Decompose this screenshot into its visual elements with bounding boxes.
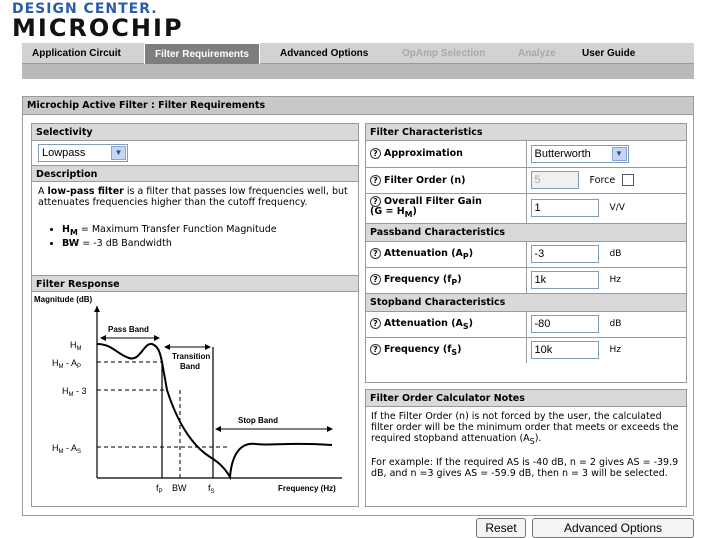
stopband-attenuation-label: Attenuation (AS) [384, 317, 473, 331]
y-axis-arrow [94, 306, 100, 312]
logo-bottom-text: MICROCHIP [12, 14, 184, 42]
description-text: A low-pass filter is a filter that passe… [38, 186, 348, 208]
help-icon[interactable]: ? [370, 317, 381, 329]
filter-order-row: ? Filter Order (n) 5 Force [366, 166, 686, 193]
passband-attenuation-input[interactable]: -3 [530, 245, 599, 263]
filter-response-header: Filter Response [32, 275, 358, 292]
selectivity-header: Selectivity [32, 124, 358, 141]
passband-frequency-row: ? Frequency (fP) 1k Hz [366, 266, 686, 293]
passband-attenuation-label: Attenuation (AP) [384, 247, 474, 261]
filter-order-label: Filter Order (n) [384, 174, 466, 186]
filter-characteristics-header: Filter Characteristics [366, 124, 686, 141]
gain-unit: V/V [609, 203, 625, 213]
reset-button[interactable]: Reset [476, 518, 526, 538]
selectivity-value: Lowpass [42, 147, 86, 159]
tab-user-guide[interactable]: User Guide [572, 43, 645, 64]
y-label-hm-3: HM - 3 [62, 386, 87, 398]
approximation-label: Approximation [384, 148, 463, 160]
stop-band-label: Stop Band [238, 416, 278, 425]
passband-frequency-input[interactable]: 1k [530, 271, 599, 289]
stopband-frequency-unit: Hz [609, 345, 622, 356]
passband-frequency-unit: Hz [609, 275, 622, 285]
transition-label-1: Transition [172, 352, 210, 361]
filter-requirements-panel: Microchip Active Filter : Filter Require… [22, 96, 694, 516]
left-panel: Selectivity Lowpass ▼ Description A low-… [31, 123, 359, 507]
tab-filter-requirements[interactable]: Filter Requirements [144, 43, 260, 64]
force-label: Force [589, 174, 616, 186]
stopband-frequency-input[interactable]: 10k [530, 341, 599, 360]
notes-paragraph-2: For example: If the required AS is -40 d… [371, 456, 679, 479]
selectivity-row: Lowpass ▼ [32, 141, 358, 165]
x-label-fp: fP [156, 483, 163, 495]
help-icon[interactable]: ? [370, 247, 381, 259]
y-label-hm: HM [70, 340, 82, 352]
pass-band-label: Pass Band [108, 325, 149, 334]
description-bullets: HM = Maximum Transfer Function Magnitude… [32, 224, 358, 249]
filter-characteristics-table: ? Approximation Butterworth ▼ ? Filter Ord… [366, 141, 686, 363]
filter-characteristics-panel: Filter Characteristics ? Approximation Bu… [365, 123, 687, 383]
design-center-logo: DESIGN CENTER. MICROCHIP [12, 2, 184, 40]
tab-opamp-selection: OpAmp Selection [402, 48, 486, 59]
tab-application-circuit[interactable]: Application Circuit [22, 43, 131, 64]
x-axis-label: Frequency (Hz) [278, 484, 336, 493]
gain-label-formula: (G = HM) [370, 206, 417, 219]
notes-header: Filter Order Calculator Notes [366, 390, 686, 407]
passband-header: Passband Characteristics [366, 222, 686, 242]
help-icon[interactable]: ? [370, 148, 381, 160]
description-body: A low-pass filter is a filter that passe… [32, 182, 358, 275]
passband-attenuation-row: ? Attenuation (AP) -3 dB [366, 240, 686, 267]
passband-attenuation-unit: dB [609, 249, 622, 259]
stopband-attenuation-unit: dB [609, 319, 622, 329]
toolbar-band [22, 64, 694, 79]
bullet-bw: BW = -3 dB Bandwidth [62, 238, 358, 249]
tab-analyze: Analyze [518, 48, 556, 59]
y-axis-label: Magnitude (dB) [34, 295, 93, 304]
gain-input[interactable]: 1 [530, 199, 599, 217]
selectivity-select[interactable]: Lowpass ▼ [38, 144, 128, 162]
description-header: Description [32, 165, 358, 182]
chevron-down-icon: ▼ [111, 146, 126, 160]
stopband-frequency-label: Frequency (fS) [384, 343, 462, 357]
y-label-hm-as: HM - AS [52, 443, 81, 455]
notes-panel: Filter Order Calculator Notes If the Fil… [365, 389, 687, 507]
x-label-bw: BW [172, 483, 187, 493]
gain-row: ? Overall Filter Gain (G = HM) 1 V/V [366, 192, 686, 223]
x-label-fs: fS [208, 483, 215, 495]
help-icon[interactable]: ? [370, 273, 381, 285]
response-curve [96, 342, 333, 481]
approximation-row: ? Approximation Butterworth ▼ [366, 141, 686, 167]
help-icon[interactable]: ? [370, 174, 381, 186]
panel-title: Microchip Active Filter : Filter Require… [23, 97, 693, 115]
passband-frequency-label: Frequency (fP) [384, 273, 462, 287]
chevron-down-icon: ▼ [611, 146, 627, 161]
tab-advanced-options[interactable]: Advanced Options [270, 43, 378, 64]
help-icon[interactable]: ? [370, 343, 381, 355]
approximation-select[interactable]: Butterworth ▼ [530, 144, 629, 163]
notes-paragraph-1: If the Filter Order (n) is not forced by… [371, 411, 679, 446]
tab-bar: Application Circuit Filter Requirements … [22, 43, 694, 64]
advanced-options-button[interactable]: Advanced Options [532, 518, 694, 538]
transition-label-2: Band [180, 362, 200, 371]
filter-order-input[interactable]: 5 [530, 171, 579, 189]
bullet-hm: HM = Maximum Transfer Function Magnitude [62, 224, 358, 238]
stopband-frequency-row: ? Frequency (fS) 10k Hz [366, 336, 686, 363]
y-label-hm-ap: HM - AP [52, 358, 81, 370]
stopband-header: Stopband Characteristics [366, 292, 686, 312]
stopband-attenuation-input[interactable]: -80 [530, 315, 599, 333]
approximation-value: Butterworth [534, 147, 591, 160]
stopband-attenuation-row: ? Attenuation (AS) -80 dB [366, 310, 686, 337]
filter-response-diagram: Magnitude (dB) Pass Band Transition Band… [34, 295, 342, 495]
force-checkbox[interactable] [622, 174, 635, 186]
